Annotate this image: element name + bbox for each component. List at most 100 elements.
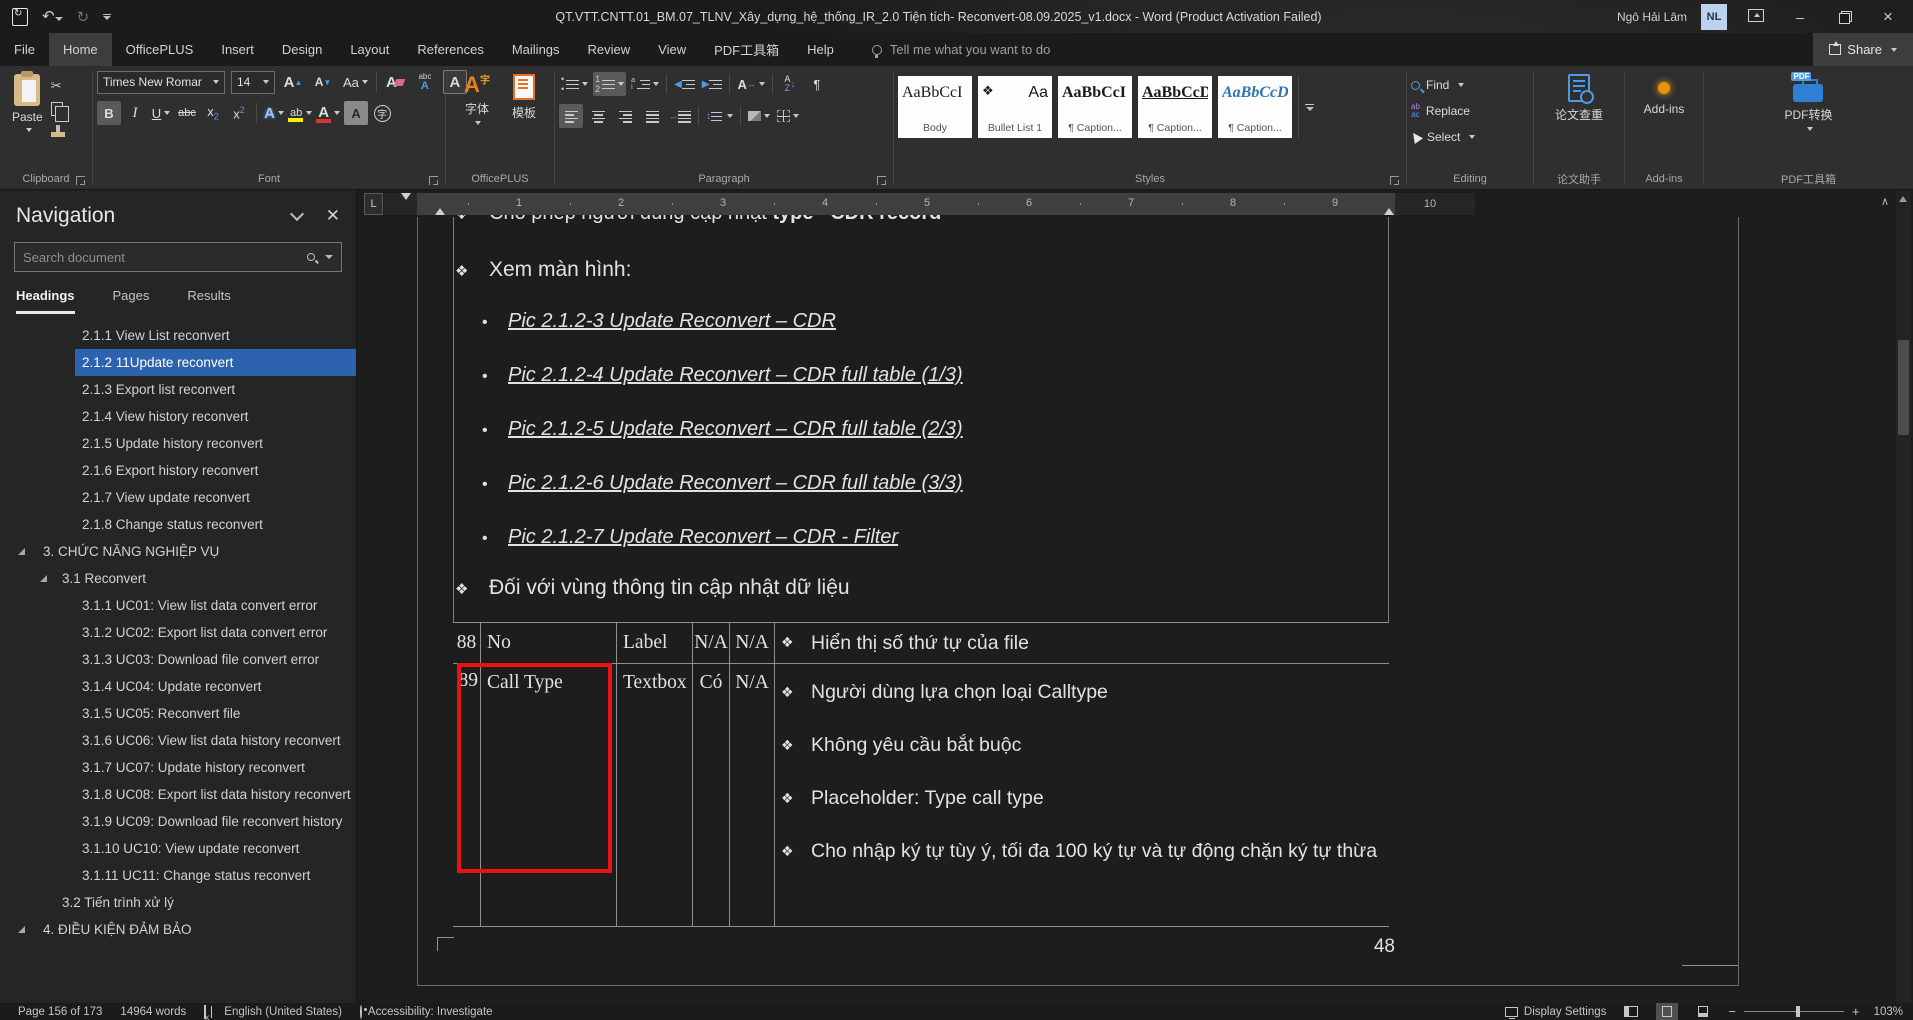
nav-item[interactable]: 3.1.7 UC07: Update history reconvert: [0, 754, 356, 781]
nav-item[interactable]: 3. CHỨC NĂNG NGHIỆP VỤ: [0, 538, 356, 565]
first-line-indent-marker[interactable]: [401, 193, 411, 200]
zoom-control[interactable]: − +: [1728, 1004, 1859, 1019]
line-spacing-button[interactable]: ↕: [704, 104, 735, 128]
sort-button[interactable]: AZ↓: [778, 72, 802, 96]
nav-item[interactable]: 3.1.4 UC04: Update reconvert: [0, 673, 356, 700]
format-painter-icon[interactable]: [51, 132, 65, 137]
clipboard-dialog-launcher-icon[interactable]: [76, 176, 85, 185]
word-count[interactable]: 14964 words: [120, 1006, 186, 1018]
underline-button[interactable]: U: [149, 101, 173, 125]
grow-font-button[interactable]: A▲: [281, 70, 305, 94]
tab-view[interactable]: View: [644, 33, 700, 66]
strikethrough-button[interactable]: abc: [175, 101, 199, 125]
pic-link[interactable]: Pic 2.1.2-5 Update Reconvert – CDR full …: [508, 418, 963, 440]
nav-item[interactable]: 3.1.6 UC06: View list data history recon…: [0, 727, 356, 754]
tab-references[interactable]: References: [403, 33, 497, 66]
nav-item[interactable]: 2.1.8 Change status reconvert: [0, 511, 356, 538]
cut-button[interactable]: ✂: [51, 78, 65, 94]
decrease-indent-button[interactable]: ◀: [672, 72, 697, 96]
bold-button[interactable]: B: [97, 101, 121, 125]
nav-item[interactable]: 2.1.3 Export list reconvert: [0, 376, 356, 403]
font-color-button[interactable]: A: [316, 101, 342, 125]
style-card[interactable]: AaBbCcIBody: [898, 76, 972, 138]
paper-check-button[interactable]: 论文查重: [1547, 70, 1611, 127]
nav-item[interactable]: 2.1.1 View List reconvert: [0, 322, 356, 349]
pic-link[interactable]: Pic 2.1.2-4 Update Reconvert – CDR full …: [508, 364, 963, 386]
user-avatar-badge[interactable]: NL: [1701, 4, 1727, 30]
italic-button[interactable]: I: [123, 101, 147, 125]
paragraph-dialog-launcher-icon[interactable]: [877, 176, 886, 185]
asian-layout-button[interactable]: A↔: [735, 72, 766, 96]
pic-link[interactable]: Pic 2.1.2-7 Update Reconvert – CDR - Fil…: [508, 526, 898, 548]
accessibility-status[interactable]: Accessibility: Investigate: [368, 1006, 493, 1018]
nav-item[interactable]: 2.1.4 View history reconvert: [0, 403, 356, 430]
select-button[interactable]: Select: [1411, 126, 1475, 148]
tab-selector[interactable]: L: [364, 193, 383, 215]
share-button[interactable]: Share: [1813, 33, 1913, 66]
collapse-triangle-icon[interactable]: [18, 548, 25, 555]
nav-item[interactable]: 2.1.2 11Update reconvert: [0, 349, 356, 376]
zoom-slider-thumb[interactable]: [1796, 1006, 1800, 1017]
nav-item[interactable]: 3.1.9 UC09: Download file reconvert hist…: [0, 808, 356, 835]
search-icon[interactable]: [307, 253, 315, 261]
vertical-scrollbar[interactable]: [1896, 190, 1911, 1003]
clear-formatting-button[interactable]: A: [383, 70, 407, 94]
tab-review[interactable]: Review: [574, 33, 645, 66]
app-save-icon[interactable]: [12, 8, 28, 26]
pic-link[interactable]: Pic 2.1.2-6 Update Reconvert – CDR full …: [508, 472, 963, 494]
nav-item[interactable]: 3.1.3 UC03: Download file convert error: [0, 646, 356, 673]
user-name[interactable]: Ngô Hải Lâm: [1617, 10, 1687, 24]
nav-item[interactable]: 2.1.7 View update reconvert: [0, 484, 356, 511]
tab-mailings[interactable]: Mailings: [498, 33, 574, 66]
copy-icon[interactable]: [51, 102, 63, 116]
text-effects-button[interactable]: A: [262, 101, 286, 125]
font-dialog-launcher-icon[interactable]: [429, 176, 438, 185]
nav-item[interactable]: 3.1 Reconvert: [0, 565, 356, 592]
tab-home[interactable]: Home: [49, 33, 112, 66]
officeplus-font-button[interactable]: A字 字体: [456, 70, 498, 129]
numbering-button[interactable]: 12: [593, 72, 626, 96]
navigation-chevron-icon[interactable]: [290, 207, 304, 221]
distribute-button[interactable]: ↔: [667, 104, 693, 128]
nav-item[interactable]: 3.1.10 UC10: View update reconvert: [0, 835, 356, 862]
collapse-ribbon-icon[interactable]: ∧: [1881, 195, 1889, 208]
zoom-slider[interactable]: [1744, 1011, 1844, 1012]
zoom-percentage[interactable]: 103%: [1874, 1006, 1903, 1018]
page-indicator[interactable]: Page 156 of 173: [18, 1006, 102, 1018]
pic-link[interactable]: Pic 2.1.2-3 Update Reconvert – CDR: [508, 310, 836, 332]
scroll-up-icon[interactable]: [1899, 196, 1907, 202]
style-card[interactable]: AaBbCcDc¶ Caption...: [1138, 76, 1212, 138]
tab-insert[interactable]: Insert: [207, 33, 268, 66]
display-settings-button[interactable]: Display Settings: [1505, 1006, 1606, 1018]
superscript-button[interactable]: x2: [227, 101, 251, 125]
nav-tab-headings[interactable]: Headings: [16, 288, 75, 314]
change-case-button[interactable]: Aa: [341, 70, 370, 94]
font-name-combo[interactable]: Times New Romar: [97, 71, 225, 94]
accessibility-icon[interactable]: [360, 1006, 362, 1018]
right-indent-marker[interactable]: [1384, 208, 1394, 215]
character-shading-button[interactable]: A: [344, 101, 368, 125]
addins-button[interactable]: Add-ins: [1636, 70, 1693, 120]
subscript-button[interactable]: x2: [201, 101, 225, 125]
paste-button[interactable]: Paste: [4, 70, 51, 136]
collapse-triangle-icon[interactable]: [18, 926, 25, 933]
multilevel-list-button[interactable]: ai: [629, 72, 661, 96]
zoom-out-icon[interactable]: −: [1728, 1004, 1736, 1019]
officeplus-template-button[interactable]: 模板: [504, 70, 544, 125]
tab-design[interactable]: Design: [268, 33, 336, 66]
shading-button[interactable]: [746, 104, 772, 128]
collapse-triangle-icon[interactable]: [40, 575, 47, 582]
align-right-button[interactable]: [613, 104, 637, 128]
text-highlight-button[interactable]: ab: [288, 101, 314, 125]
align-left-button[interactable]: [559, 104, 583, 128]
style-card[interactable]: AaBbCcD¶ Caption...: [1218, 76, 1292, 138]
minimize-button[interactable]: –: [1785, 9, 1815, 25]
style-card[interactable]: ❖AaBullet List 1: [978, 76, 1052, 138]
tab-pdf-[interactable]: PDF工具箱: [700, 33, 793, 66]
redo-icon[interactable]: ↻: [77, 8, 90, 26]
nav-item[interactable]: 3.2 Tiến trình xử lý: [0, 889, 356, 916]
search-dropdown-icon[interactable]: [325, 255, 333, 259]
undo-button[interactable]: ↶: [42, 7, 63, 26]
show-formatting-marks-button[interactable]: ¶: [805, 72, 829, 96]
tell-me-box[interactable]: Tell me what you want to do: [872, 33, 1050, 66]
